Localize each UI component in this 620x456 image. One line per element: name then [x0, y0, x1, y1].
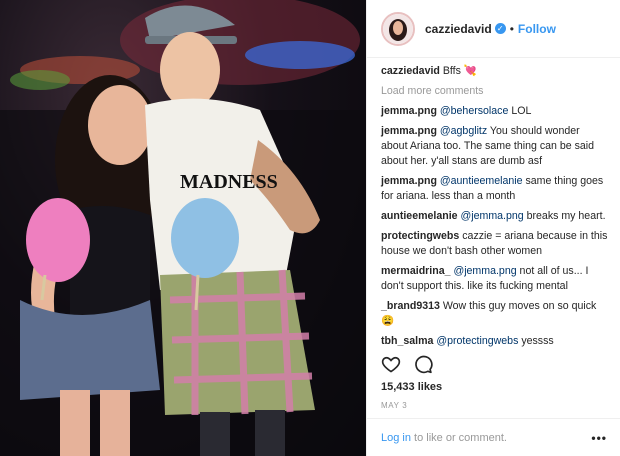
- comment-item: jemma.png @behersolace LOL: [381, 104, 609, 119]
- comment-username[interactable]: tbh_salma: [381, 335, 433, 347]
- likes-count[interactable]: 15,433 likes: [381, 381, 442, 393]
- post-photo[interactable]: MADNESS: [0, 0, 366, 456]
- comment-username[interactable]: jemma.png: [381, 125, 437, 137]
- photo-illustration: MADNESS: [0, 0, 366, 456]
- comment-item: protectingwebs cazzie = ariana because i…: [381, 229, 609, 259]
- comment-text: LOL: [508, 105, 532, 117]
- shirt-text: MADNESS: [180, 171, 278, 193]
- comment-username[interactable]: _brand9313: [381, 300, 440, 312]
- caption-username[interactable]: cazziedavid: [381, 65, 440, 77]
- comment-item: _brand9313 Wow this guy moves on so quic…: [381, 299, 609, 329]
- comment-mention[interactable]: @jemma.png: [461, 210, 524, 222]
- post-header: cazziedavid ✓ • Follow: [367, 0, 620, 58]
- comment-text: yessss: [518, 335, 554, 347]
- post-side-panel: cazziedavid ✓ • Follow cazziedavid Bffs …: [366, 0, 620, 456]
- comment-username[interactable]: mermaidrina_: [381, 265, 450, 277]
- load-more-comments-link[interactable]: Load more comments: [381, 84, 609, 99]
- login-suffix: to like or comment.: [410, 431, 507, 444]
- comment-item: jemma.png @agbglitz You should wonder ab…: [381, 124, 609, 169]
- comments-list: cazziedavid Bffs 💘 Load more comments je…: [381, 64, 609, 354]
- header-username[interactable]: cazziedavid: [425, 22, 492, 36]
- comment-item: jemma.png @auntieemelanie same thing goe…: [381, 174, 609, 204]
- login-prompt: Log in to like or comment.: [381, 432, 507, 444]
- comment-mention[interactable]: @jemma.png: [453, 265, 516, 277]
- instagram-post: MADNESS cazziedavid ✓ • Follow cazziedav…: [0, 0, 620, 456]
- avatar[interactable]: [381, 11, 415, 46]
- comment-username[interactable]: auntieemelanie: [381, 210, 458, 222]
- comment-mention[interactable]: @auntieemelanie: [440, 175, 523, 187]
- follow-button[interactable]: Follow: [518, 22, 556, 36]
- comment-username[interactable]: jemma.png: [381, 175, 437, 187]
- comment-username[interactable]: jemma.png: [381, 105, 437, 117]
- comment-icon[interactable]: [413, 354, 433, 379]
- verified-badge-icon: ✓: [494, 23, 506, 34]
- heart-icon[interactable]: [381, 354, 401, 379]
- caption: cazziedavid Bffs 💘: [381, 64, 609, 79]
- post-date: MAY 3: [381, 401, 408, 410]
- comment-item: tbh_salma @protectingwebs yessss: [381, 334, 609, 349]
- comment-item: mermaidrina_ @jemma.png not all of us...…: [381, 264, 609, 294]
- caption-text: Bffs 💘: [442, 65, 478, 77]
- comment-username[interactable]: protectingwebs: [381, 230, 459, 242]
- post-actions: [381, 354, 433, 379]
- more-options-icon[interactable]: •••: [591, 431, 607, 445]
- comment-mention[interactable]: @protectingwebs: [436, 335, 518, 347]
- comment-item: auntieemelanie @jemma.png breaks my hear…: [381, 209, 609, 224]
- comment-text: breaks my heart.: [523, 210, 606, 222]
- separator-dot: •: [509, 21, 514, 36]
- login-link[interactable]: Log in: [381, 432, 411, 444]
- comment-mention[interactable]: @agbglitz: [440, 125, 487, 137]
- post-footer: Log in to like or comment. •••: [367, 418, 620, 456]
- comment-mention[interactable]: @behersolace: [440, 105, 508, 117]
